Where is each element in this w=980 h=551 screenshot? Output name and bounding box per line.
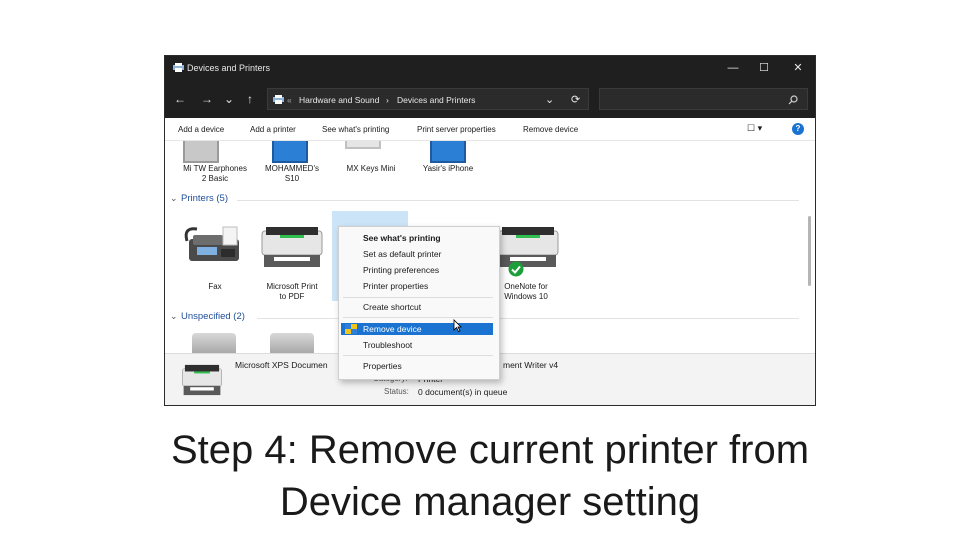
menu-separator (343, 297, 493, 298)
title-bar: Devices and Printers — ☐ ✕ (165, 56, 815, 80)
earphones-icon[interactable] (183, 141, 219, 163)
group-header-printers[interactable]: Printers (5) (181, 193, 228, 204)
printer-label-fax[interactable]: Fax (175, 282, 255, 292)
unspecified-device-icon[interactable] (192, 333, 236, 353)
menu-item-properties[interactable]: Properties (363, 361, 402, 371)
back-button[interactable]: ← (173, 92, 187, 106)
menu-item-printing-preferences[interactable]: Printing preferences (363, 265, 439, 275)
remove-device-button[interactable]: Remove device (523, 125, 578, 134)
device-label-yasirs-iphone[interactable]: Yasir's iPhone (408, 164, 488, 174)
maximize-button[interactable]: ☐ (756, 61, 772, 75)
menu-item-remove-device[interactable]: Remove device (363, 324, 422, 334)
address-bar-area: ← → ⌄ ↑ « Hardware and Sound › Devices a… (165, 80, 815, 118)
menu-separator (343, 317, 493, 318)
see-whats-printing-button[interactable]: See what's printing (322, 125, 389, 134)
status-value: 0 document(s) in queue (418, 387, 508, 397)
menu-item-see-whats-printing[interactable]: See what's printing (363, 233, 441, 243)
shield-icon (345, 324, 357, 334)
device-label-mx-keys-mini[interactable]: MX Keys Mini (331, 164, 411, 174)
print-server-properties-button[interactable]: Print server properties (417, 125, 496, 134)
forward-button[interactable]: → (200, 92, 214, 106)
context-menu: See what's printing Set as default print… (338, 226, 500, 380)
minimize-button[interactable]: — (725, 61, 741, 75)
recent-locations-button[interactable]: ⌄ (222, 92, 236, 106)
printer-folder-icon (273, 95, 284, 104)
default-printer-check-icon (508, 261, 524, 277)
menu-item-troubleshoot[interactable]: Troubleshoot (363, 340, 412, 350)
close-button[interactable]: ✕ (790, 61, 806, 75)
phone-icon[interactable] (272, 141, 308, 163)
caption-line-2: Device manager setting (279, 480, 701, 524)
breadcrumb-separator: › (386, 95, 389, 105)
help-button[interactable]: ? (792, 123, 804, 135)
printer-label-microsoft-print-to-pdf[interactable]: Microsoft Print to PDF (252, 282, 332, 302)
add-device-button[interactable]: Add a device (178, 125, 224, 134)
search-input[interactable] (599, 88, 808, 110)
search-icon (788, 95, 798, 105)
collapse-chevron-icon[interactable]: ⌄ (170, 193, 178, 204)
address-field[interactable]: « Hardware and Sound › Devices and Print… (267, 88, 589, 110)
menu-item-printer-properties[interactable]: Printer properties (363, 281, 428, 291)
breadcrumb-hardware-and-sound[interactable]: Hardware and Sound (299, 95, 379, 105)
group-header-unspecified[interactable]: Unspecified (2) (181, 311, 245, 322)
menu-item-create-shortcut[interactable]: Create shortcut (363, 302, 421, 312)
caption-line-1: Step 4: Remove current printer from (170, 428, 810, 472)
phone-icon[interactable] (430, 141, 466, 163)
collapse-chevron-icon[interactable]: ⌄ (170, 311, 178, 322)
command-bar: Add a device Add a printer See what's pr… (165, 118, 815, 141)
device-label-mohammeds-s10[interactable]: MOHAMMED's S10 (252, 164, 332, 184)
menu-separator (343, 355, 493, 356)
fax-icon[interactable] (183, 221, 245, 269)
selected-device-name-tail: ment Writer v4 (503, 360, 559, 370)
menu-item-set-as-default-printer[interactable]: Set as default printer (363, 249, 441, 259)
address-dropdown-icon[interactable]: ⌄ (545, 93, 554, 106)
status-label: Status: (384, 387, 409, 396)
breadcrumb-devices-and-printers[interactable]: Devices and Printers (397, 95, 475, 105)
up-button[interactable]: ↑ (243, 92, 257, 106)
view-options-button[interactable]: ☐ ▾ (747, 123, 762, 134)
add-printer-button[interactable]: Add a printer (250, 125, 296, 134)
device-label-earphones[interactable]: Mi TW Earphones 2 Basic (175, 164, 255, 184)
mouse-cursor-icon (453, 319, 462, 332)
vertical-scrollbar[interactable] (808, 216, 811, 286)
refresh-icon[interactable]: ⟳ (571, 93, 580, 106)
printer-icon (181, 364, 223, 396)
keyboard-icon[interactable] (345, 141, 381, 149)
unspecified-device-icon[interactable] (270, 333, 314, 353)
group-divider (237, 200, 799, 201)
printer-icon[interactable] (496, 225, 560, 269)
window-title: Devices and Printers (187, 63, 271, 73)
printer-window-icon (173, 63, 184, 72)
overflow-chevron[interactable]: « (287, 95, 292, 105)
selected-device-name: Microsoft XPS Documen (235, 360, 328, 370)
printer-icon[interactable] (260, 225, 324, 269)
